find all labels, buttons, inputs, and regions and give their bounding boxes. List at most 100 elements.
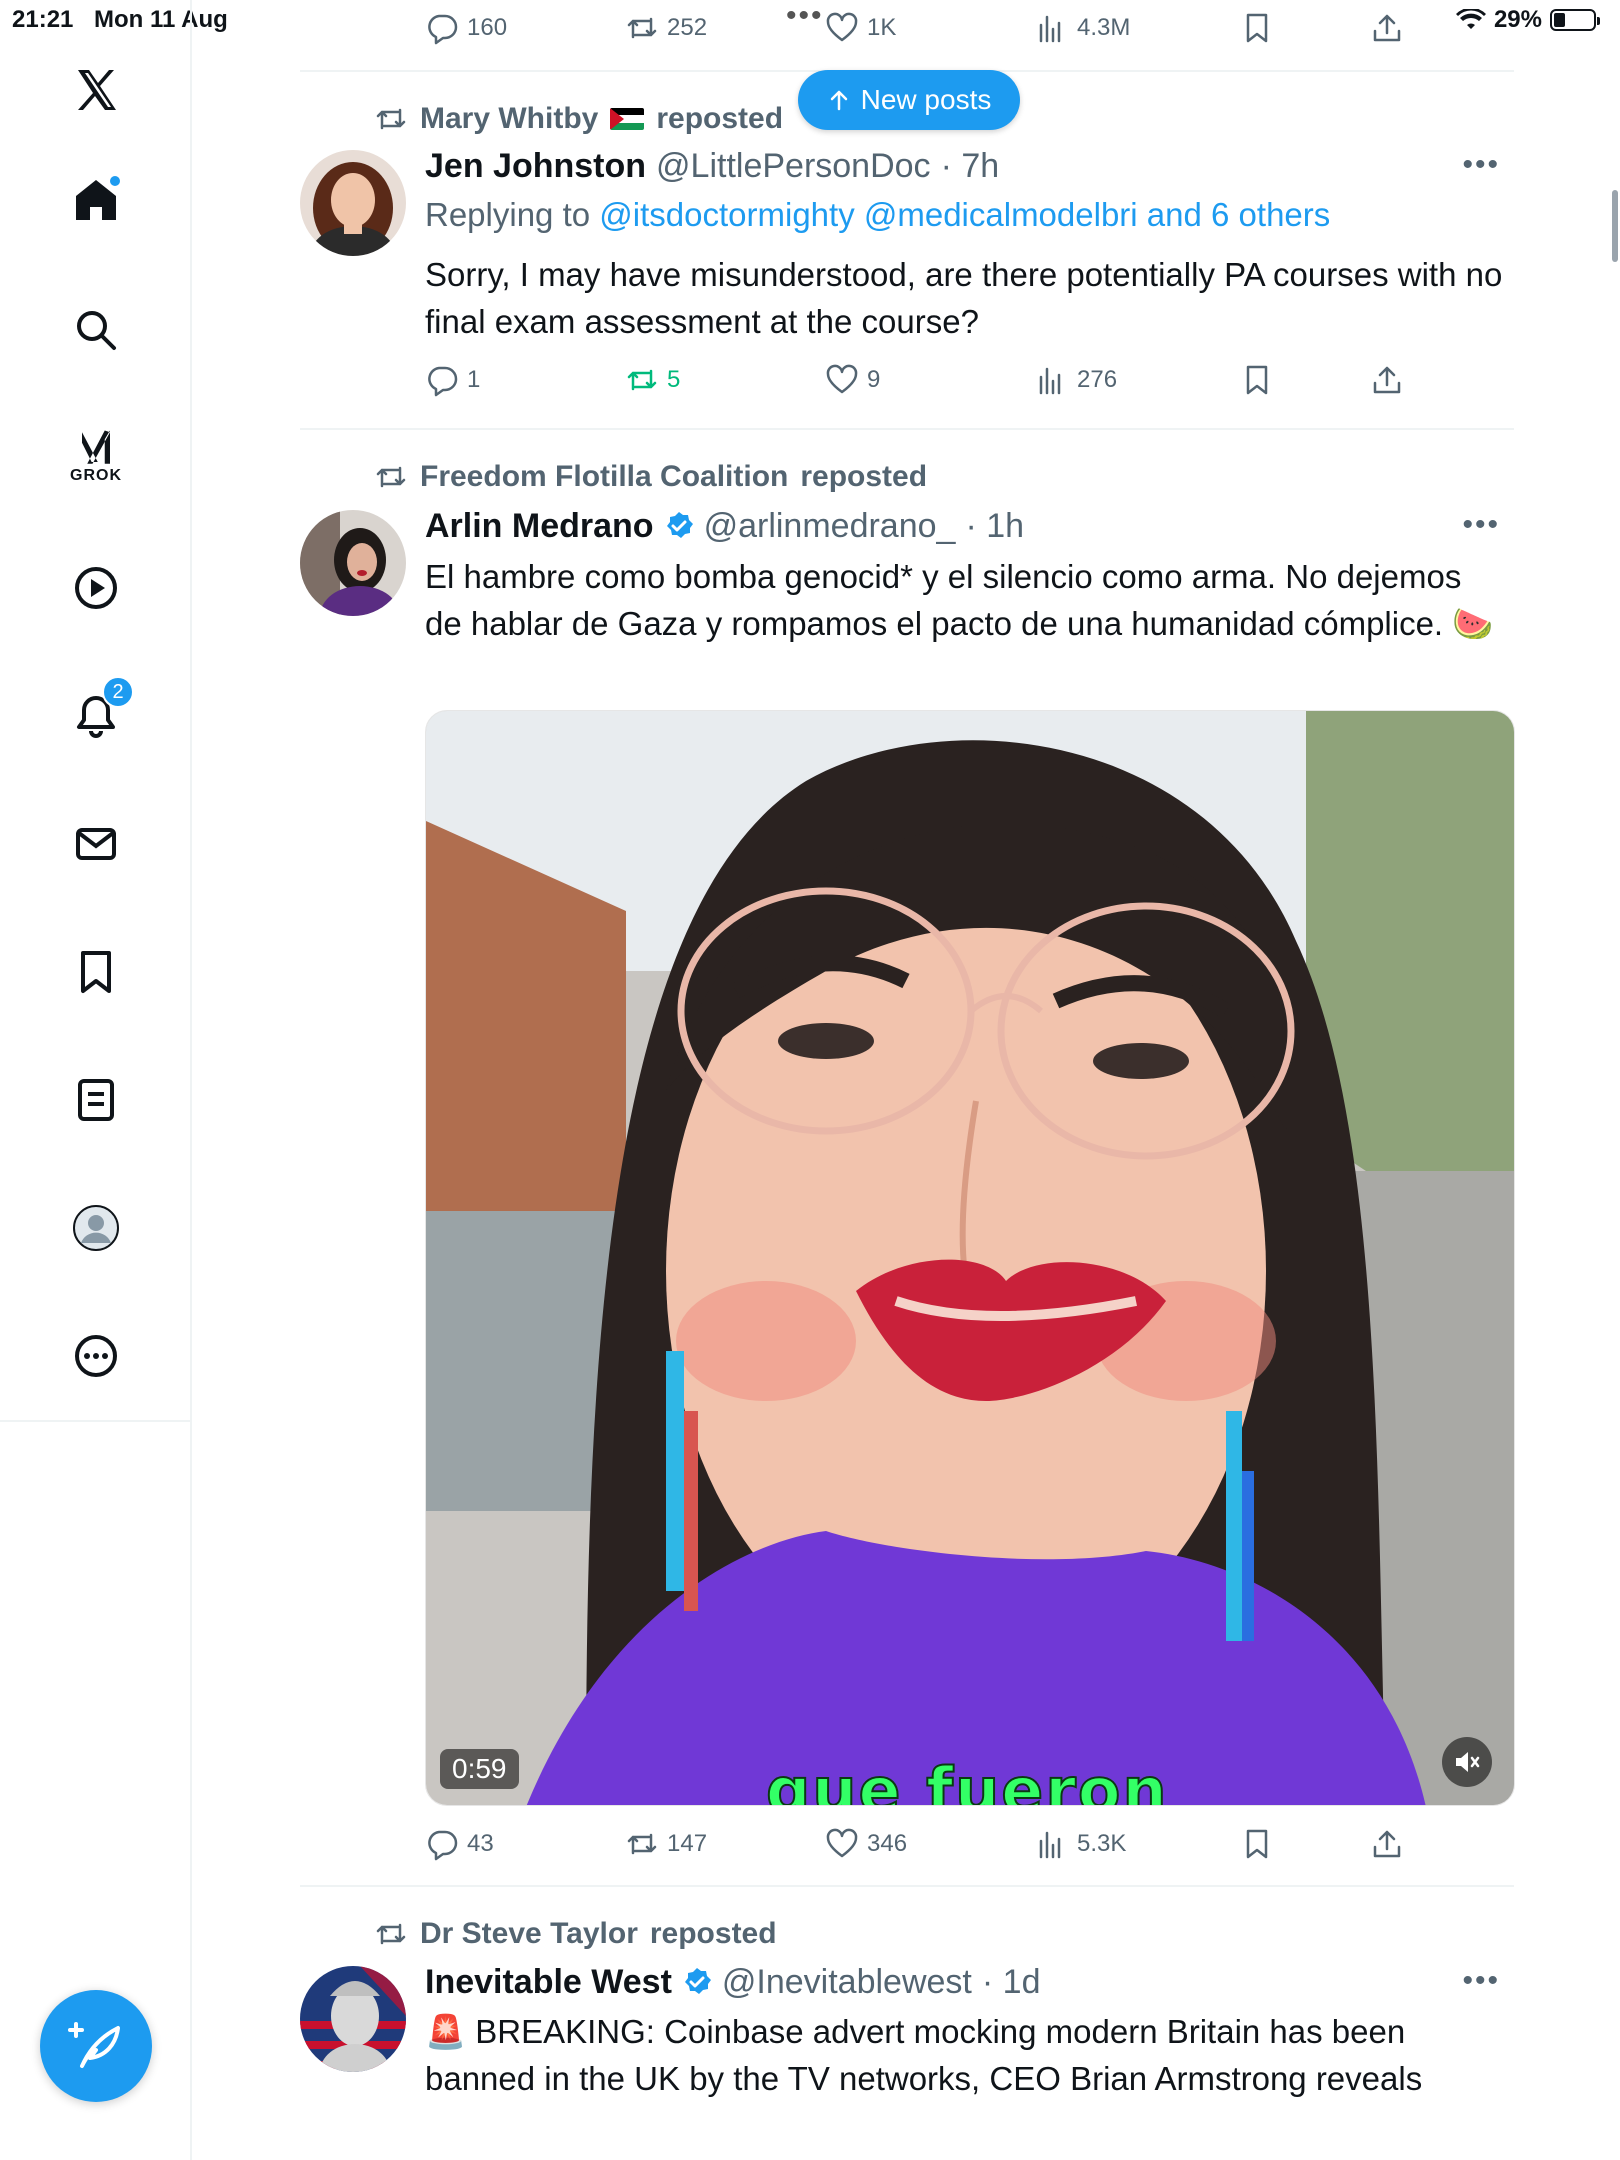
repost-icon <box>627 1833 657 1855</box>
repost-icon <box>376 466 406 488</box>
views-button[interactable]: 4.3M <box>1035 11 1130 45</box>
video-duration: 0:59 <box>440 1749 519 1789</box>
heart-icon <box>826 1828 858 1858</box>
more-options-icon[interactable]: ••• <box>1462 508 1500 542</box>
tweet-time[interactable]: · 1d <box>982 1963 1041 2002</box>
like-count: 346 <box>867 1830 908 1857</box>
search-icon <box>77 311 116 350</box>
replying-to-line: Replying to @itsdoctormighty @medicalmod… <box>425 196 1330 234</box>
reposted-by-name[interactable]: Mary Whitby <box>420 102 598 136</box>
reposted-by-name[interactable]: Freedom Flotilla Coalition <box>420 460 788 494</box>
like-button[interactable]: 9 <box>825 363 880 397</box>
sidebar-item-home[interactable] <box>56 160 136 240</box>
avatar[interactable] <box>300 150 406 256</box>
sidebar-item-lists[interactable] <box>56 1060 136 1140</box>
replying-to-links[interactable]: @itsdoctormighty @medicalmodelbri and 6 … <box>599 196 1330 233</box>
sidebar-item-bookmarks[interactable] <box>56 932 136 1012</box>
views-chart-icon <box>1039 367 1061 395</box>
reposted-suffix: reposted <box>649 1917 777 1950</box>
reply-count: 1 <box>467 366 481 393</box>
avatar[interactable] <box>300 510 406 616</box>
reply-count: 160 <box>467 14 508 41</box>
play-circle-icon <box>75 567 117 609</box>
x-logo-icon[interactable] <box>56 50 136 130</box>
author-name[interactable]: Inevitable West <box>425 1963 672 2002</box>
more-circle-icon <box>75 1335 117 1377</box>
compose-button[interactable] <box>40 1990 152 2102</box>
notifications-badge: 2 <box>102 676 134 708</box>
bookmark-icon <box>1246 1829 1268 1859</box>
sidebar-item-explore[interactable] <box>56 290 136 370</box>
tweet-header: Inevitable West @Inevitablewest · 1d <box>425 1960 1040 2004</box>
wifi-icon <box>1455 9 1486 29</box>
like-button[interactable]: 1K <box>825 11 896 45</box>
sidebar-item-profile[interactable] <box>56 1188 136 1268</box>
author-handle[interactable]: @LittlePersonDoc <box>656 147 931 186</box>
repost-count: 147 <box>667 1830 708 1857</box>
bookmark-icon <box>81 951 111 993</box>
reposted-by-name[interactable]: Dr Steve Taylor <box>420 1917 638 1951</box>
new-posts-button[interactable]: New posts <box>798 70 1020 130</box>
tweet-divider <box>300 428 1514 430</box>
envelope-icon <box>76 828 116 860</box>
repost-button[interactable]: 5 <box>625 363 680 397</box>
views-button[interactable]: 5.3K <box>1035 1827 1126 1861</box>
share-icon <box>1373 14 1401 42</box>
bookmark-button[interactable] <box>1240 363 1274 397</box>
like-count: 9 <box>867 366 881 393</box>
repost-button[interactable]: 252 <box>625 11 707 45</box>
avatar[interactable] <box>300 1966 406 2072</box>
reply-count: 43 <box>467 1830 494 1857</box>
video-player[interactable]: que fueron 0:59 <box>425 710 1515 1806</box>
battery-percent: 29% <box>1493 6 1542 33</box>
tweet-text: Sorry, I may have misunderstood, are the… <box>425 256 1503 340</box>
tweet-actions-previous: 160 252 1K 4.3M <box>425 8 1425 48</box>
sidebar-item-videos[interactable] <box>56 548 136 628</box>
tweet-time[interactable]: · 7h <box>941 147 1000 186</box>
mute-button[interactable] <box>1442 1737 1492 1787</box>
repost-count: 5 <box>667 366 681 393</box>
bookmark-button[interactable] <box>1240 1827 1274 1861</box>
heart-icon <box>826 12 858 42</box>
more-options-icon[interactable]: ••• <box>1462 1964 1500 1998</box>
author-handle[interactable]: @Inevitablewest <box>722 1963 972 2002</box>
tweet-header: Jen Johnston @LittlePersonDoc · 7h <box>425 144 999 188</box>
reply-icon <box>428 1830 458 1861</box>
reposted-by-line: Freedom Flotilla Coalition reposted <box>374 457 927 497</box>
share-button[interactable] <box>1370 11 1404 45</box>
reply-button[interactable]: 43 <box>425 1827 494 1861</box>
battery-level <box>1554 13 1566 27</box>
profile-avatar-icon <box>73 1205 119 1251</box>
tweet-text: 🚨 BREAKING: Coinbase advert mocking mode… <box>425 2013 1423 2097</box>
reposted-by-line: Dr Steve Taylor reposted <box>374 1914 777 1954</box>
author-name[interactable]: Jen Johnston <box>425 147 646 186</box>
author-name[interactable]: Arlin Medrano <box>425 507 654 546</box>
sidebar-item-more[interactable] <box>56 1316 136 1396</box>
bookmark-button[interactable] <box>1240 11 1274 45</box>
scrollbar-thumb[interactable] <box>1612 190 1618 262</box>
share-button[interactable] <box>1370 363 1404 397</box>
palestine-flag-icon <box>610 108 645 130</box>
bookmark-icon <box>1246 13 1268 43</box>
views-button[interactable]: 276 <box>1035 363 1117 397</box>
sidebar-item-notifications[interactable]: 2 <box>56 676 136 756</box>
repost-button[interactable]: 147 <box>625 1827 707 1861</box>
bookmark-icon <box>1246 365 1268 395</box>
more-options-icon[interactable]: ••• <box>1462 148 1500 182</box>
repost-icon <box>627 17 657 39</box>
heart-icon <box>826 364 858 394</box>
repost-count: 252 <box>667 14 708 41</box>
like-button[interactable]: 346 <box>825 1827 907 1861</box>
grok-icon <box>82 430 110 464</box>
views-count: 4.3M <box>1077 14 1131 41</box>
share-button[interactable] <box>1370 1827 1404 1861</box>
grok-label: GROK <box>70 467 122 484</box>
sidebar-item-grok[interactable]: GROK <box>56 416 136 496</box>
reply-button[interactable]: 160 <box>425 11 507 45</box>
share-icon <box>1373 1830 1401 1858</box>
reply-button[interactable]: 1 <box>425 363 480 397</box>
verified-badge-icon <box>666 512 693 538</box>
author-handle[interactable]: @arlinmedrano_ <box>704 507 956 546</box>
tweet-time[interactable]: · 1h <box>965 507 1024 546</box>
sidebar-item-messages[interactable] <box>56 804 136 884</box>
